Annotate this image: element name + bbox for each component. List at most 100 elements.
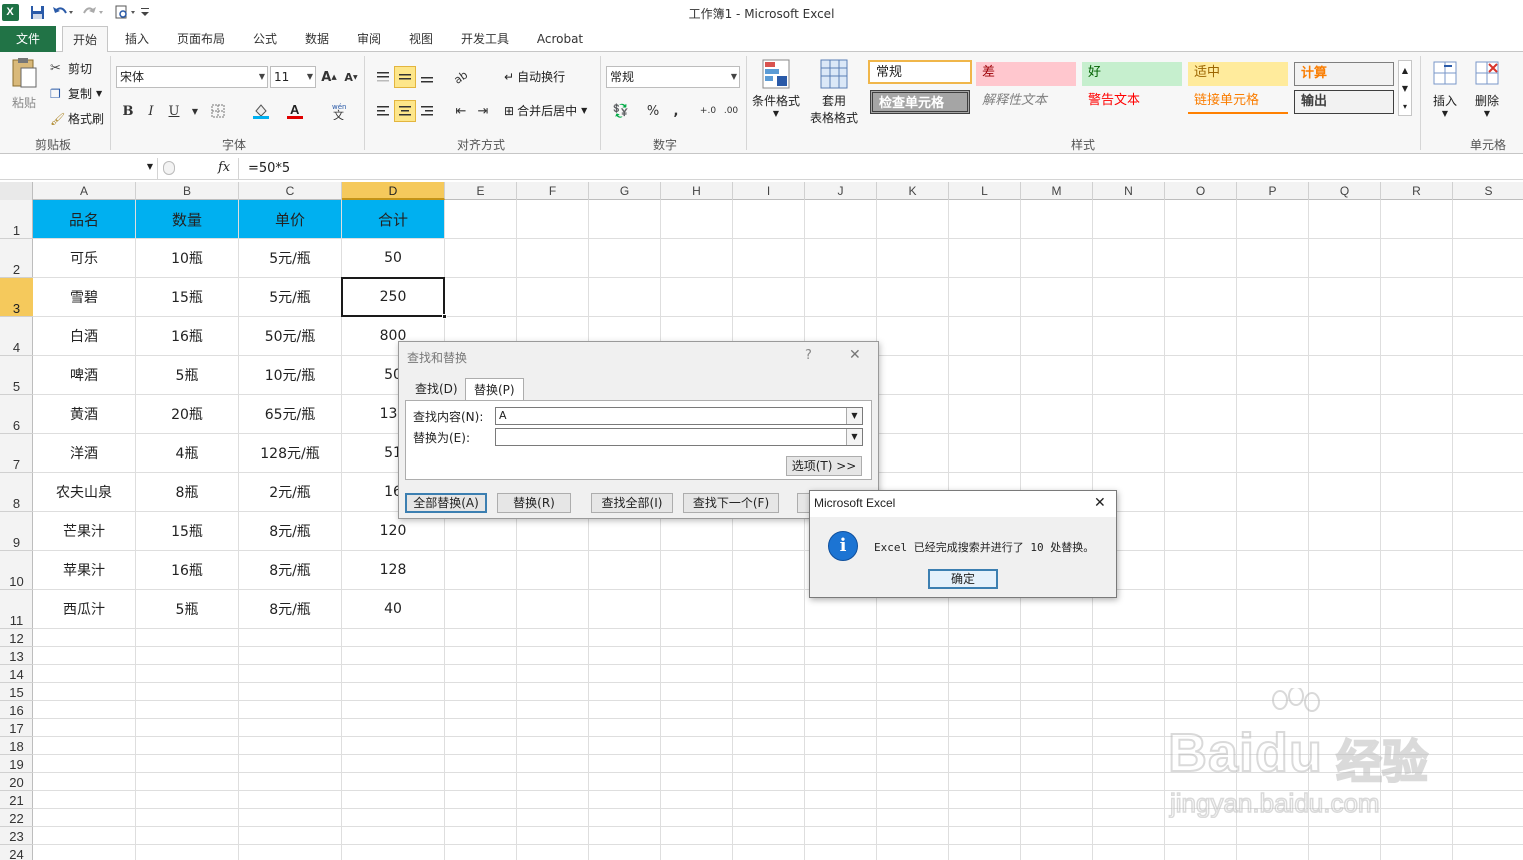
cell-C6[interactable]: 65元/瓶 <box>239 395 341 433</box>
column-header-P[interactable]: P <box>1237 182 1309 200</box>
column-header-H[interactable]: H <box>661 182 733 200</box>
column-header-C[interactable]: C <box>239 182 342 200</box>
underline-button[interactable]: U <box>163 100 185 122</box>
orientation-icon[interactable]: ab <box>450 66 472 88</box>
row-header-7[interactable]: 7 <box>0 434 33 473</box>
cell-A6[interactable]: 黄酒 <box>33 395 135 433</box>
row-header-1[interactable]: 1 <box>0 200 33 239</box>
style-normal[interactable]: 常规 <box>868 60 972 84</box>
number-format-combo[interactable]: 常规 ▼ <box>606 66 740 88</box>
cell-D1[interactable]: 合计 <box>342 200 444 238</box>
tab-home[interactable]: 开始 <box>62 26 108 53</box>
cell-C4[interactable]: 50元/瓶 <box>239 317 341 355</box>
cell-C9[interactable]: 8元/瓶 <box>239 512 341 550</box>
chevron-down-icon[interactable]: ▼ <box>184 100 206 122</box>
cell-C2[interactable]: 5元/瓶 <box>239 239 341 277</box>
copy-button[interactable]: ❐ 复制 ▼ <box>50 85 102 102</box>
tab-acrobat[interactable]: Acrobat <box>528 26 592 52</box>
row-header-12[interactable]: 12 <box>0 629 33 647</box>
cell-B8[interactable]: 8瓶 <box>136 473 238 511</box>
cell-A9[interactable]: 芒果汁 <box>33 512 135 550</box>
font-color-icon[interactable]: A <box>284 100 306 122</box>
options-button[interactable]: 选项(T) >> <box>786 456 862 476</box>
cell-A4[interactable]: 白酒 <box>33 317 135 355</box>
wrap-text-button[interactable]: ↵ 自动换行 <box>504 68 565 85</box>
font-size-combo[interactable]: 11 ▼ <box>270 66 316 88</box>
align-left-icon[interactable] <box>372 100 394 122</box>
close-icon[interactable]: ✕ <box>1094 495 1106 511</box>
grow-font-icon[interactable]: A ▲ <box>318 66 340 88</box>
tab-replace[interactable]: 替换(P) <box>465 378 524 401</box>
cell-D2[interactable]: 50 <box>342 239 444 277</box>
style-warning[interactable]: 警告文本 <box>1082 90 1182 114</box>
paste-button[interactable]: 粘贴 <box>8 56 40 111</box>
tab-page-layout[interactable]: 页面布局 <box>168 26 234 52</box>
align-bottom-icon[interactable] <box>416 66 438 88</box>
column-header-I[interactable]: I <box>733 182 805 200</box>
style-neutral[interactable]: 适中 <box>1188 62 1288 86</box>
percent-button[interactable]: % <box>642 100 664 122</box>
find-next-button[interactable]: 查找下一个(F) <box>683 493 779 513</box>
cell-A8[interactable]: 农夫山泉 <box>33 473 135 511</box>
tab-view[interactable]: 视图 <box>400 26 442 52</box>
tab-review[interactable]: 审阅 <box>348 26 390 52</box>
cell-C10[interactable]: 8元/瓶 <box>239 551 341 589</box>
styles-scroll[interactable]: ▲ ▼ ▾ <box>1398 60 1412 116</box>
column-header-D[interactable]: D <box>342 182 445 200</box>
row-header-4[interactable]: 4 <box>0 317 33 356</box>
find-what-input[interactable]: A ▼ <box>495 407 863 425</box>
row-header-21[interactable]: 21 <box>0 791 33 809</box>
cell-A5[interactable]: 啤酒 <box>33 356 135 394</box>
decrease-indent-icon[interactable]: ⇤ <box>450 100 472 122</box>
cell-C11[interactable]: 8元/瓶 <box>239 590 341 628</box>
formula-input[interactable]: =50*5 <box>248 161 290 176</box>
tab-data[interactable]: 数据 <box>296 26 338 52</box>
tab-find[interactable]: 查找(D) <box>407 378 466 400</box>
column-header-O[interactable]: O <box>1165 182 1237 200</box>
cell-B2[interactable]: 10瓶 <box>136 239 238 277</box>
row-header-2[interactable]: 2 <box>0 239 33 278</box>
fx-icon[interactable]: fx <box>218 160 230 175</box>
row-header-20[interactable]: 20 <box>0 773 33 791</box>
cell-B4[interactable]: 16瓶 <box>136 317 238 355</box>
row-header-8[interactable]: 8 <box>0 473 33 512</box>
cell-B9[interactable]: 15瓶 <box>136 512 238 550</box>
row-header-24[interactable]: 24 <box>0 845 33 860</box>
tab-insert[interactable]: 插入 <box>114 26 160 52</box>
row-header-6[interactable]: 6 <box>0 395 33 434</box>
row-header-22[interactable]: 22 <box>0 809 33 827</box>
format-as-table-button[interactable]: 套用 表格格式 <box>804 58 864 126</box>
column-header-K[interactable]: K <box>877 182 949 200</box>
row-header-5[interactable]: 5 <box>0 356 33 395</box>
decrease-decimal-icon[interactable]: .00 <box>720 100 742 122</box>
row-header-18[interactable]: 18 <box>0 737 33 755</box>
cell-A2[interactable]: 可乐 <box>33 239 135 277</box>
style-check-cell[interactable]: 检查单元格 <box>870 90 970 114</box>
row-header-14[interactable]: 14 <box>0 665 33 683</box>
cell-B7[interactable]: 4瓶 <box>136 434 238 472</box>
row-header-17[interactable]: 17 <box>0 719 33 737</box>
help-icon[interactable]: ? <box>805 348 812 363</box>
column-header-G[interactable]: G <box>589 182 661 200</box>
row-header-10[interactable]: 10 <box>0 551 33 590</box>
font-name-combo[interactable]: 宋体 ▼ <box>116 66 268 88</box>
cell-C7[interactable]: 128元/瓶 <box>239 434 341 472</box>
align-center-icon[interactable] <box>394 100 416 122</box>
insert-cells-button[interactable]: 插入 ▼ <box>1428 58 1462 118</box>
formula-bar-resize[interactable] <box>163 161 175 175</box>
format-painter-button[interactable]: 🖌 格式刷 <box>50 110 104 127</box>
cell-C8[interactable]: 2元/瓶 <box>239 473 341 511</box>
replace-all-button[interactable]: 全部替换(A) <box>405 493 487 513</box>
row-header-19[interactable]: 19 <box>0 755 33 773</box>
cell-B10[interactable]: 16瓶 <box>136 551 238 589</box>
column-header-N[interactable]: N <box>1093 182 1165 200</box>
column-header-L[interactable]: L <box>949 182 1021 200</box>
cut-button[interactable]: ✂ 剪切 <box>50 60 92 77</box>
currency-icon[interactable]: 💱 <box>610 100 632 122</box>
column-header-J[interactable]: J <box>805 182 877 200</box>
column-header-E[interactable]: E <box>445 182 517 200</box>
row-header-13[interactable]: 13 <box>0 647 33 665</box>
tab-developer[interactable]: 开发工具 <box>452 26 518 52</box>
name-box[interactable]: ▼ <box>0 158 158 179</box>
align-right-icon[interactable] <box>416 100 438 122</box>
